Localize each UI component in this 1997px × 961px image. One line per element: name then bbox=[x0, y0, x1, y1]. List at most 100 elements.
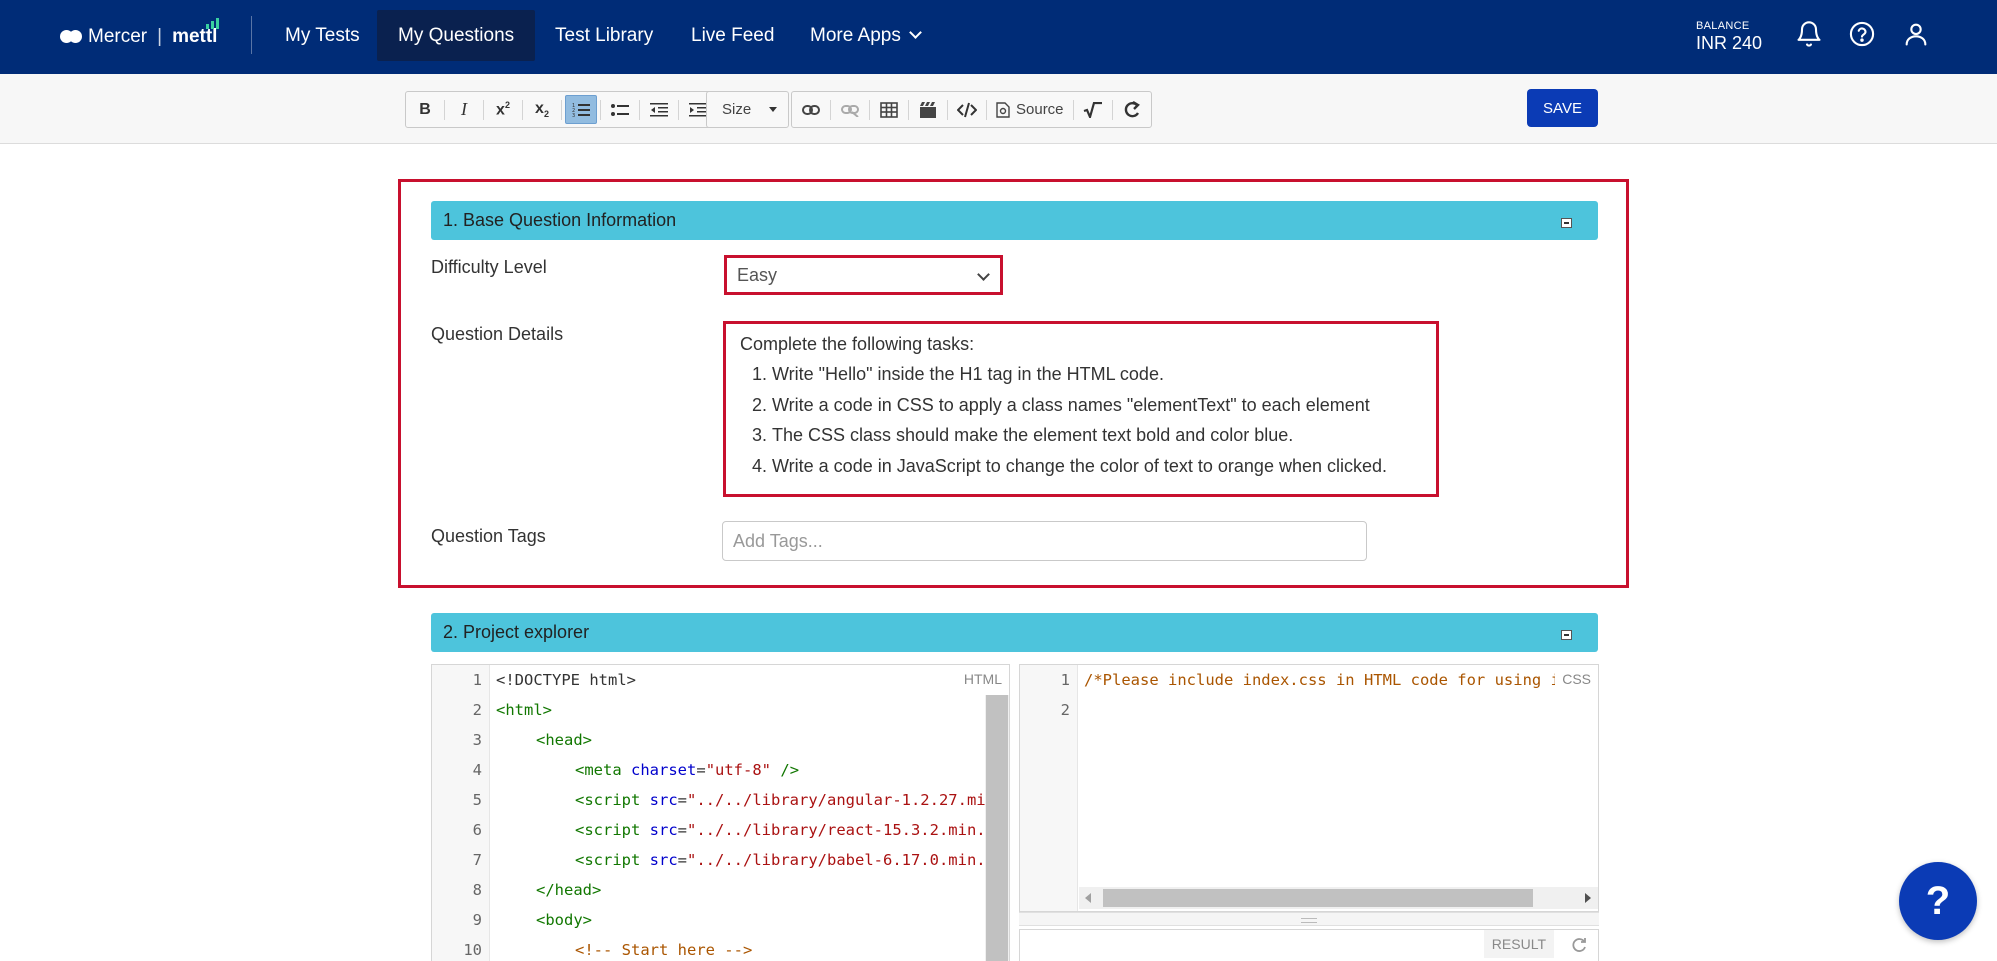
math-sqrt-icon[interactable] bbox=[1077, 95, 1109, 124]
format-button-group: B I x2 x2 123 bbox=[405, 91, 718, 128]
link-icon[interactable] bbox=[795, 95, 827, 124]
collapse-icon[interactable] bbox=[1561, 218, 1572, 228]
section-title: 1. Base Question Information bbox=[443, 210, 677, 230]
details-intro: Complete the following tasks: bbox=[740, 334, 975, 354]
section-header-base-question[interactable]: 1. Base Question Information bbox=[431, 201, 1598, 240]
bell-icon[interactable] bbox=[1795, 20, 1823, 48]
list-item: Write a code in CSS to apply a class nam… bbox=[772, 390, 1422, 421]
size-dropdown[interactable]: Size bbox=[710, 95, 785, 124]
line-number: 6 bbox=[472, 821, 482, 839]
source-button[interactable]: Source bbox=[990, 95, 1070, 124]
scrollbar-thumb[interactable] bbox=[986, 695, 1008, 961]
chevron-down-icon bbox=[908, 26, 922, 39]
css-code-editor[interactable]: 1 2 /*Please include index.css in HTML c… bbox=[1019, 664, 1599, 912]
result-panel: RESULT bbox=[1019, 929, 1599, 961]
code-line: /*Please include index.css in HTML code … bbox=[1084, 671, 1588, 689]
logo-brand: Mercer bbox=[88, 26, 148, 47]
balance-value: INR 240 bbox=[1696, 33, 1763, 53]
save-button[interactable]: SAVE bbox=[1527, 89, 1598, 127]
chevron-down-icon bbox=[977, 268, 990, 281]
html-code-editor[interactable]: 1 2 3 4 5 6 7 8 9 10 <!DOCTYPE html> <ht… bbox=[431, 664, 1010, 961]
question-tags-label: Question Tags bbox=[431, 526, 546, 546]
difficulty-level-label: Difficulty Level bbox=[431, 257, 547, 277]
nav-more-apps-label: More Apps bbox=[810, 25, 901, 46]
line-number: 9 bbox=[472, 911, 482, 929]
bold-icon[interactable]: B bbox=[409, 95, 441, 124]
refresh-icon[interactable] bbox=[1570, 936, 1588, 954]
nav-divider bbox=[251, 16, 252, 54]
code-line: <script src="../../library/babel-6.17.0.… bbox=[575, 851, 1010, 869]
question-tags-input[interactable] bbox=[722, 521, 1367, 561]
css-editor-label: CSS bbox=[1555, 665, 1598, 693]
details-task-list: Write "Hello" inside the H1 tag in the H… bbox=[740, 359, 1422, 481]
nav-my-questions[interactable]: My Questions bbox=[377, 10, 536, 61]
code-line: <script src="../../library/angular-1.2.2… bbox=[575, 791, 1010, 809]
scroll-left-arrow-icon[interactable] bbox=[1085, 893, 1091, 903]
mercer-logo-mark bbox=[60, 30, 82, 44]
editor-resize-handle[interactable] bbox=[1019, 912, 1599, 926]
balance-display: BALANCE INR 240 bbox=[1696, 20, 1762, 54]
mercer-mettl-logo[interactable]: Mercer | mettl bbox=[60, 18, 220, 52]
italic-icon[interactable]: I bbox=[448, 95, 480, 124]
source-label: Source bbox=[1016, 101, 1064, 118]
top-navigation-bar: Mercer | mettl My Tests My Questions Tes… bbox=[0, 0, 1997, 74]
code-line: <script src="../../library/react-15.3.2.… bbox=[575, 821, 1010, 839]
section-header-project-explorer[interactable]: 2. Project explorer bbox=[431, 613, 1598, 652]
numbered-list-icon[interactable]: 123 bbox=[565, 95, 597, 124]
html-editor-label: HTML bbox=[956, 665, 1009, 693]
line-number: 3 bbox=[472, 731, 482, 749]
list-item: Write "Hello" inside the H1 tag in the H… bbox=[772, 359, 1422, 390]
section-title: 2. Project explorer bbox=[443, 622, 590, 642]
nav-more-apps[interactable]: More Apps bbox=[789, 10, 941, 61]
code-line: <html> bbox=[496, 701, 552, 719]
scrollbar-thumb[interactable] bbox=[1103, 889, 1533, 907]
help-circle-icon[interactable] bbox=[1848, 20, 1876, 48]
list-item: Write a code in JavaScript to change the… bbox=[772, 451, 1422, 482]
size-button-group: Size bbox=[706, 91, 789, 128]
line-number: 1 bbox=[472, 671, 482, 689]
question-details-editor[interactable]: Complete the following tasks: Write "Hel… bbox=[723, 321, 1439, 497]
table-icon[interactable] bbox=[873, 95, 905, 124]
line-number: 8 bbox=[472, 881, 482, 899]
unlink-icon[interactable] bbox=[834, 95, 866, 124]
line-number: 5 bbox=[472, 791, 482, 809]
code-line: </head> bbox=[536, 881, 602, 899]
code-icon[interactable] bbox=[951, 95, 983, 124]
line-number: 2 bbox=[1060, 701, 1070, 719]
code-line: <body> bbox=[536, 911, 592, 929]
question-details-label: Question Details bbox=[431, 324, 564, 344]
code-line: <!DOCTYPE html> bbox=[496, 671, 636, 689]
list-item: The CSS class should make the element te… bbox=[772, 420, 1422, 451]
editor-toolbar: B I x2 x2 123 Size Source bbox=[0, 74, 1997, 144]
line-number: 4 bbox=[472, 761, 482, 779]
nav-live-feed[interactable]: Live Feed bbox=[670, 10, 795, 61]
help-fab-label: ? bbox=[1925, 878, 1951, 923]
difficulty-level-value: Easy bbox=[737, 265, 778, 285]
bulleted-list-icon[interactable] bbox=[604, 95, 636, 124]
line-number: 10 bbox=[463, 941, 482, 959]
refresh-icon[interactable] bbox=[1116, 95, 1148, 124]
superscript-icon[interactable]: x2 bbox=[487, 95, 519, 124]
user-icon[interactable] bbox=[1902, 20, 1930, 48]
balance-label: BALANCE bbox=[1696, 20, 1750, 32]
decrease-indent-icon[interactable] bbox=[643, 95, 675, 124]
line-number: 1 bbox=[1060, 671, 1070, 689]
source-icon bbox=[996, 101, 1010, 118]
caret-down-icon bbox=[769, 107, 777, 112]
line-number: 7 bbox=[472, 851, 482, 869]
size-label: Size bbox=[722, 101, 752, 118]
code-line: <head> bbox=[536, 731, 592, 749]
nav-my-tests[interactable]: My Tests bbox=[264, 10, 381, 61]
line-number: 2 bbox=[472, 701, 482, 719]
subscript-icon[interactable]: x2 bbox=[526, 95, 558, 124]
difficulty-level-select[interactable]: Easy bbox=[724, 255, 1003, 295]
horizontal-scrollbar[interactable] bbox=[1079, 887, 1598, 909]
video-icon[interactable] bbox=[912, 95, 944, 124]
scroll-right-arrow-icon[interactable] bbox=[1585, 893, 1591, 903]
code-line: <meta charset="utf-8" /> bbox=[575, 761, 800, 779]
result-label: RESULT bbox=[1483, 930, 1554, 958]
collapse-icon[interactable] bbox=[1561, 630, 1572, 640]
nav-test-library[interactable]: Test Library bbox=[534, 10, 674, 61]
vertical-scrollbar[interactable] bbox=[985, 695, 1009, 961]
help-chat-button[interactable]: ? bbox=[1899, 862, 1977, 940]
